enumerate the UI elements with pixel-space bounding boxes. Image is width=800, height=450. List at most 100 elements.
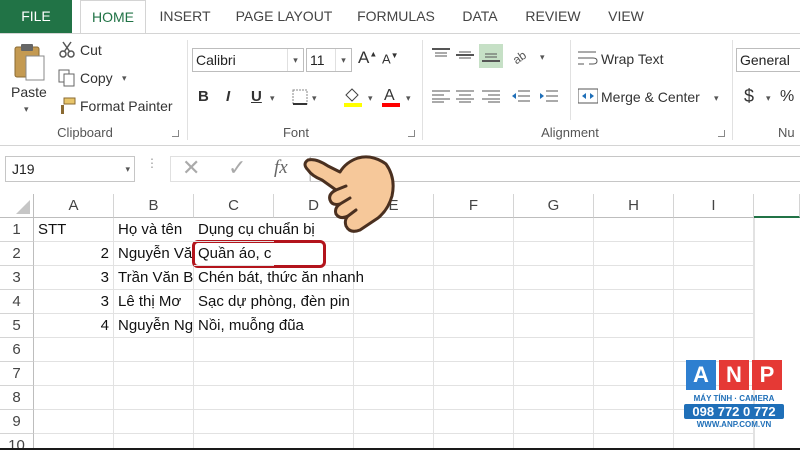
cell[interactable] [434,386,514,410]
cell[interactable] [354,314,434,338]
cell[interactable] [514,338,594,362]
column-header-j[interactable] [754,194,800,218]
tab-file[interactable]: FILE [0,0,72,33]
cell[interactable]: Quần áo, c [194,242,274,266]
cell[interactable] [594,386,674,410]
underline-dropdown-icon[interactable]: ▾ [270,93,275,104]
bold-button[interactable]: B [198,88,209,105]
cell[interactable] [434,314,514,338]
column-header[interactable]: B [114,194,194,218]
row-header[interactable]: 4 [0,290,34,314]
cell[interactable] [434,362,514,386]
copy-dropdown-icon[interactable]: ▾ [122,73,127,84]
decrease-indent-icon[interactable] [512,89,530,108]
tab-data[interactable]: DATA [452,0,508,33]
cell[interactable] [354,410,434,434]
tab-page-layout[interactable]: PAGE LAYOUT [228,0,340,33]
shrink-font-icon[interactable]: A▼ [382,51,399,66]
row-header[interactable]: 7 [0,362,34,386]
cell[interactable] [514,434,594,448]
cell[interactable] [274,362,354,386]
column-header[interactable]: C [194,194,274,218]
number-format-select[interactable]: General [736,48,800,72]
cell[interactable]: Họ và tên [114,218,194,242]
tab-home[interactable]: HOME [80,0,146,34]
cell[interactable] [594,338,674,362]
align-middle-icon[interactable] [456,48,474,67]
column-header[interactable]: A [34,194,114,218]
orientation-icon[interactable]: ab [510,46,532,69]
chevron-down-icon[interactable]: ▾ [125,157,130,181]
cell[interactable]: 3 [34,290,114,314]
cell[interactable] [674,434,754,448]
cell[interactable]: Chén bát, thức ăn nhanh [194,266,364,290]
cell[interactable] [354,362,434,386]
font-name-select[interactable]: Calibri ▾ [192,48,304,72]
borders-icon[interactable] [292,89,308,110]
cell[interactable]: Dụng cụ chuẩn bị [194,218,315,242]
cut-button[interactable]: Cut [80,42,102,58]
cell[interactable] [674,338,754,362]
cell[interactable] [354,386,434,410]
cell[interactable]: Trần Văn B [114,266,194,290]
cell[interactable] [514,290,594,314]
cell[interactable] [594,434,674,448]
cell[interactable] [194,410,274,434]
cell[interactable] [434,290,514,314]
tab-review[interactable]: REVIEW [518,0,588,33]
cell[interactable] [34,434,114,448]
cell[interactable] [594,242,674,266]
column-header[interactable]: F [434,194,514,218]
cell[interactable]: Lê thị Mơ [114,290,194,314]
cell[interactable] [594,218,674,242]
fill-color-icon[interactable] [342,85,364,112]
cell[interactable] [354,290,434,314]
cell[interactable] [114,362,194,386]
percent-button[interactable]: % [780,88,794,106]
cell[interactable] [674,290,754,314]
cell[interactable] [594,290,674,314]
row-header[interactable]: 3 [0,266,34,290]
currency-dropdown-icon[interactable]: ▾ [766,93,771,104]
copy-button[interactable]: Copy [80,70,113,86]
cell[interactable] [514,386,594,410]
cell[interactable]: 4 [34,314,114,338]
cell[interactable] [594,362,674,386]
row-header[interactable]: 10 [0,434,34,448]
cell[interactable] [514,410,594,434]
row-header[interactable]: 8 [0,386,34,410]
cell[interactable]: Sạc dự phòng, đèn pin [194,290,350,314]
cell[interactable] [274,434,354,448]
name-box[interactable]: J19 ▾ [5,156,135,182]
cell[interactable] [434,242,514,266]
italic-button[interactable]: I [226,88,230,105]
increase-indent-icon[interactable] [540,89,558,108]
row-header[interactable]: 9 [0,410,34,434]
cell[interactable] [674,314,754,338]
cell[interactable] [514,218,594,242]
insert-function-button[interactable]: fx [274,157,288,179]
align-top-icon[interactable] [432,48,450,67]
cell[interactable]: 2 [34,242,114,266]
cell[interactable] [34,410,114,434]
cell[interactable] [34,386,114,410]
cell[interactable] [354,434,434,448]
cell[interactable] [434,266,514,290]
align-left-icon[interactable] [432,89,450,108]
cell[interactable] [354,242,434,266]
cancel-icon[interactable]: ✕ [182,155,200,181]
orientation-dropdown-icon[interactable]: ▾ [540,52,545,63]
tab-insert[interactable]: INSERT [150,0,220,33]
select-all-corner[interactable] [0,194,34,218]
cell[interactable] [274,410,354,434]
cell[interactable] [674,242,754,266]
cell[interactable] [434,434,514,448]
align-bottom-button[interactable] [479,44,503,68]
cell[interactable] [274,386,354,410]
currency-button[interactable]: $ [744,86,754,107]
cell[interactable] [194,386,274,410]
cell[interactable] [194,362,274,386]
cell[interactable] [434,218,514,242]
cell[interactable] [114,386,194,410]
tab-formulas[interactable]: FORMULAS [350,0,442,33]
